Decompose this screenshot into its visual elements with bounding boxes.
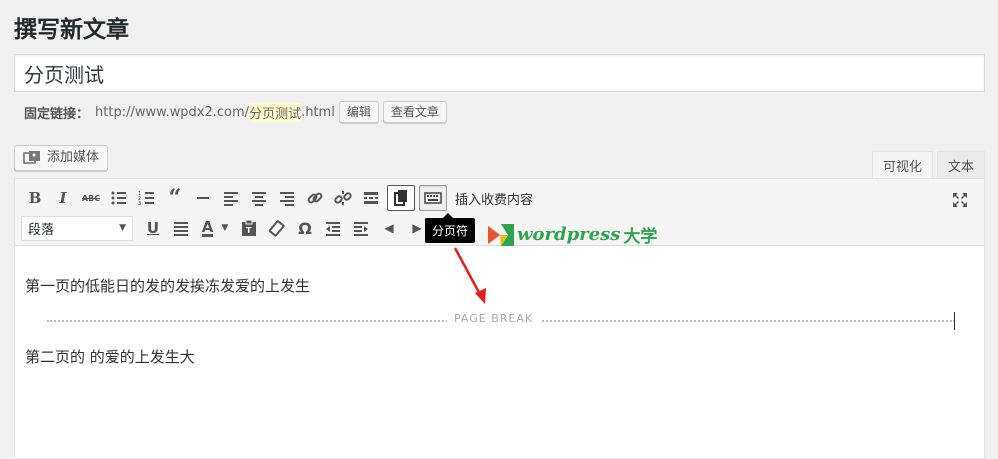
permalink-ext: .html (301, 104, 335, 120)
permalink-label: 固定链接： (24, 106, 90, 122)
chevron-down-icon: ▼ (119, 223, 126, 233)
justify-icon[interactable] (167, 215, 195, 241)
insert-paid-content-button[interactable]: 插入收费内容 (455, 189, 533, 208)
permalink-slug[interactable]: 分页测试 (249, 102, 302, 122)
link-icon[interactable] (301, 185, 329, 211)
format-select[interactable]: 段落 ▼ (21, 215, 133, 241)
svg-text:T: T (246, 226, 252, 235)
align-right-icon[interactable] (273, 185, 301, 211)
format-select-value: 段落 (28, 222, 55, 238)
permalink-bar: 固定链接： http://www.wpdx2.com/ 分页测试 .html 编… (24, 100, 447, 124)
numbered-list-icon[interactable]: 123 (133, 185, 161, 211)
media-icon (23, 150, 41, 166)
post-title-input[interactable] (14, 54, 985, 92)
strikethrough-icon[interactable]: ABC (77, 185, 105, 211)
wordpress-daxue-logo: wordpress 大学 (488, 222, 657, 247)
tab-visual[interactable]: 可视化 (871, 151, 933, 178)
editor: B I ABC 123 “ 插入收费内容 段落 ▼ U A ▼ T Ω ◀ ▶ … (14, 178, 985, 459)
underline-icon[interactable]: U (139, 215, 167, 241)
clear-formatting-icon[interactable] (263, 215, 291, 241)
text-caret (954, 312, 955, 330)
logo-text: wordpress (517, 224, 621, 245)
paragraph-page-1[interactable]: 第一页的低能日的发的发挨冻发爱的上发生 (25, 275, 310, 296)
special-character-icon[interactable]: Ω (291, 215, 319, 241)
align-left-icon[interactable] (217, 185, 245, 211)
bold-icon[interactable]: B (21, 185, 49, 211)
italic-icon[interactable]: I (49, 185, 77, 211)
paste-as-text-icon[interactable]: T (235, 215, 263, 241)
add-media-label: 添加媒体 (47, 150, 100, 165)
permalink-url: http://www.wpdx2.com/ (95, 104, 250, 120)
indent-icon[interactable] (347, 215, 375, 241)
page-title: 撰写新文章 (14, 17, 129, 43)
svg-text:3: 3 (138, 201, 141, 207)
align-center-icon[interactable] (245, 185, 273, 211)
page-break-label: PAGE BREAK (447, 312, 541, 325)
editor-tabs: 可视化 文本 (868, 151, 985, 178)
undo-icon[interactable]: ◀ (375, 215, 403, 241)
tab-text[interactable]: 文本 (936, 151, 985, 178)
horizontal-line-icon[interactable] (189, 185, 217, 211)
bullet-list-icon[interactable] (105, 185, 133, 211)
blockquote-icon[interactable]: “ (161, 185, 189, 211)
outdent-icon[interactable] (319, 215, 347, 241)
text-color-icon[interactable]: A ▼ (195, 215, 235, 241)
edit-permalink-button[interactable]: 编辑 (338, 101, 379, 123)
unlink-icon[interactable] (329, 185, 357, 211)
annotation-arrow (453, 247, 486, 304)
fullscreen-icon[interactable] (946, 187, 974, 213)
view-post-button[interactable]: 查看文章 (382, 101, 447, 123)
add-media-button[interactable]: 添加媒体 (14, 145, 109, 171)
page-break-icon[interactable] (387, 185, 415, 211)
logo-text-cn: 大学 (623, 227, 658, 247)
toolbar-toggle-icon[interactable] (419, 185, 447, 211)
read-more-icon[interactable] (357, 185, 385, 211)
paragraph-page-2[interactable]: 第二页的 的爱的上发生大 (25, 346, 195, 367)
